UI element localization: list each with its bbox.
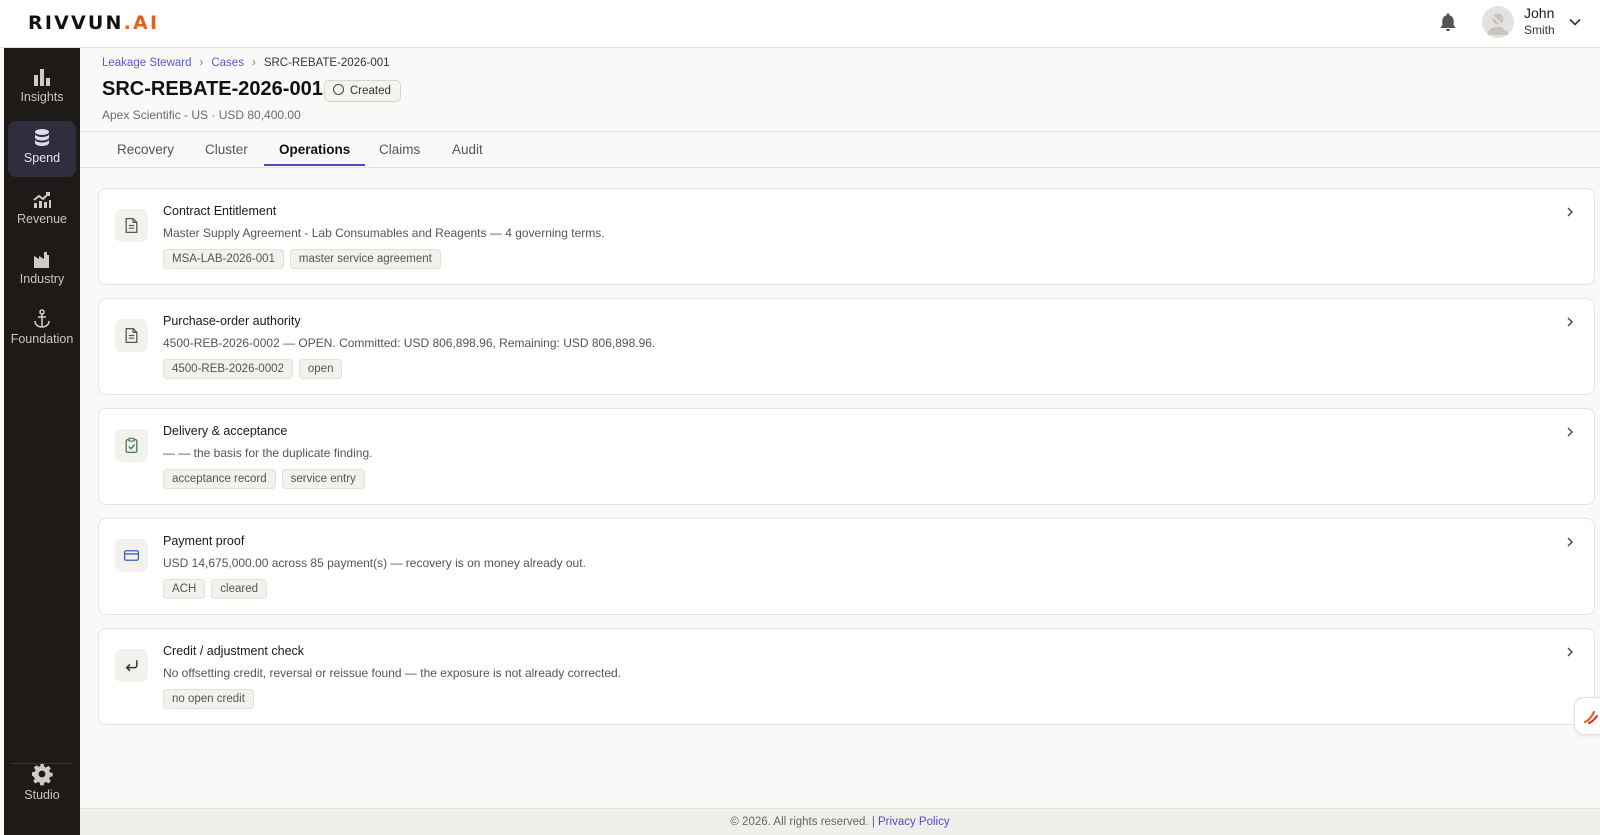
- logo[interactable]: RIVVUN.AI: [28, 12, 159, 34]
- sidebar-item-revenue[interactable]: Revenue: [8, 182, 76, 238]
- tab-audit[interactable]: Audit: [437, 140, 498, 166]
- user-first-name[interactable]: John: [1524, 5, 1554, 21]
- sidebar: Insights Spend Revenue Industry Foundati…: [4, 48, 80, 835]
- chevron-right-icon[interactable]: [1564, 645, 1576, 659]
- card-description: — — the basis for the duplicate finding.: [163, 446, 373, 460]
- tag: 4500-REB-2026-0002: [163, 359, 293, 379]
- divider: [80, 167, 1600, 168]
- credit-card-icon: [123, 550, 140, 561]
- status-label: Created: [350, 85, 391, 97]
- tag: ACH: [163, 579, 206, 599]
- card-icon-box: [115, 319, 148, 352]
- card-description: USD 14,675,000.00 across 85 payment(s) —…: [163, 556, 586, 570]
- card-tags: ACH cleared: [163, 579, 273, 599]
- bell-icon[interactable]: [1437, 10, 1459, 34]
- breadcrumb-link-leakage-steward[interactable]: Leakage Steward: [102, 57, 192, 69]
- sidebar-item-label: Revenue: [16, 212, 68, 226]
- evidence-card-credit-adjustment[interactable]: Credit / adjustment check No offsetting …: [98, 628, 1595, 725]
- divider: [80, 131, 1600, 132]
- chevron-down-icon[interactable]: [1567, 14, 1583, 30]
- document-icon: [125, 217, 138, 234]
- user-silhouette-icon: [1487, 13, 1509, 35]
- card-icon-box: [115, 649, 148, 682]
- sidebar-item-spend[interactable]: Spend: [8, 121, 76, 177]
- evidence-card-delivery-acceptance[interactable]: Delivery & acceptance — — the basis for …: [98, 408, 1595, 505]
- card-tags: no open credit: [163, 689, 260, 709]
- factory-icon: [34, 252, 49, 268]
- card-title: Contract Entitlement: [163, 204, 277, 218]
- tag: MSA-LAB-2026-001: [163, 249, 284, 269]
- clipboard-check-icon: [125, 437, 138, 454]
- status-badge: Created: [324, 80, 401, 102]
- sidebar-item-studio[interactable]: Studio: [8, 756, 76, 812]
- card-description: 4500-REB-2026-0002 — OPEN. Committed: US…: [163, 336, 656, 350]
- tab-recovery[interactable]: Recovery: [102, 140, 189, 166]
- tab-operations[interactable]: Operations: [264, 140, 366, 166]
- database-icon: [35, 129, 49, 146]
- page-title: SRC-REBATE-2026-001: [102, 78, 323, 100]
- status-circle-icon: [333, 84, 344, 95]
- tag: no open credit: [163, 689, 254, 709]
- tag: master service agreement: [289, 249, 441, 269]
- card-icon-box: [115, 429, 148, 462]
- return-arrow-icon: [125, 660, 138, 672]
- card-tags: 4500-REB-2026-0002 open: [163, 359, 348, 379]
- card-icon-box: [115, 209, 148, 242]
- breadcrumb-link-cases[interactable]: Cases: [211, 57, 244, 69]
- assistant-logo-icon: [1583, 710, 1598, 724]
- case-subtitle: Apex Scientific - US · USD 80,400.00: [102, 108, 301, 122]
- chevron-right-icon: ›: [199, 57, 204, 69]
- sidebar-item-insights[interactable]: Insights: [8, 60, 76, 116]
- tag: service entry: [281, 469, 365, 489]
- chevron-right-icon[interactable]: [1564, 425, 1576, 439]
- bar-chart-icon: [34, 69, 50, 86]
- gear-icon: [32, 764, 53, 786]
- evidence-card-purchase-order[interactable]: Purchase-order authority 4500-REB-2026-0…: [98, 298, 1595, 395]
- avatar[interactable]: [1482, 6, 1514, 38]
- chevron-right-icon[interactable]: [1564, 205, 1576, 219]
- card-title: Delivery & acceptance: [163, 424, 288, 438]
- card-title: Credit / adjustment check: [163, 644, 305, 658]
- evidence-card-contract-entitlement[interactable]: Contract Entitlement Master Supply Agree…: [98, 188, 1595, 285]
- sidebar-item-label: Industry: [19, 272, 65, 286]
- chevron-right-icon: ›: [251, 57, 256, 69]
- top-bar: RIVVUN.AI John Smith: [0, 0, 1600, 48]
- sidebar-item-label: Foundation: [10, 332, 74, 346]
- assistant-launcher-button[interactable]: [1574, 697, 1600, 735]
- card-title: Payment proof: [163, 534, 245, 548]
- revenue-chart-icon: [33, 192, 51, 208]
- sidebar-item-foundation[interactable]: Foundation: [8, 302, 76, 358]
- card-tags: MSA-LAB-2026-001 master service agreement: [163, 249, 447, 269]
- evidence-card-payment-proof[interactable]: Payment proof USD 14,675,000.00 across 8…: [98, 518, 1595, 615]
- footer: © 2026. All rights reserved. | Privacy P…: [80, 808, 1600, 835]
- chevron-right-icon[interactable]: [1564, 535, 1576, 549]
- copyright-text: © 2026. All rights reserved. |: [730, 816, 875, 828]
- sidebar-item-label: Insights: [20, 90, 64, 104]
- tag: cleared: [211, 579, 267, 599]
- tab-cluster[interactable]: Cluster: [190, 140, 263, 166]
- card-tags: acceptance record service entry: [163, 469, 371, 489]
- sidebar-item-label: Spend: [23, 151, 61, 165]
- breadcrumb: Leakage Steward › Cases › SRC-REBATE-2026-00…: [102, 57, 390, 69]
- breadcrumb-current: SRC-REBATE-2026-001: [263, 57, 390, 69]
- tag: open: [298, 359, 343, 379]
- sidebar-item-industry[interactable]: Industry: [8, 242, 76, 298]
- card-icon-box: [115, 539, 148, 572]
- card-description: Master Supply Agreement - Lab Consumable…: [163, 226, 605, 240]
- document-icon: [125, 327, 138, 344]
- anchor-icon: [34, 309, 50, 328]
- sidebar-item-label: Studio: [24, 788, 60, 802]
- card-title: Purchase-order authority: [163, 314, 301, 328]
- chevron-right-icon[interactable]: [1564, 315, 1576, 329]
- tab-claims[interactable]: Claims: [364, 140, 435, 166]
- tag: acceptance record: [163, 469, 276, 489]
- card-description: No offsetting credit, reversal or reissu…: [163, 666, 622, 680]
- privacy-policy-link[interactable]: Privacy Policy: [878, 816, 950, 828]
- user-last-name[interactable]: Smith: [1524, 23, 1555, 37]
